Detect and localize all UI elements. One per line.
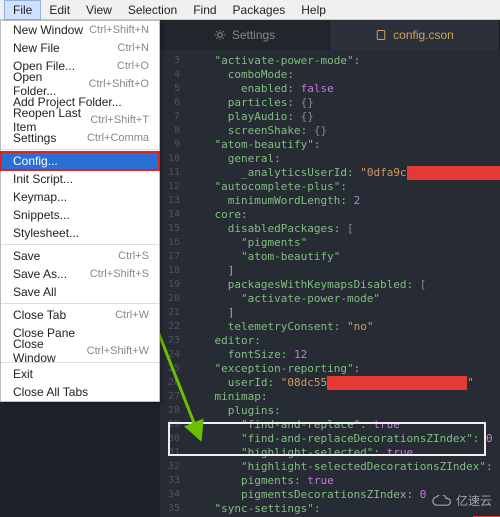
code-line[interactable]: enabled: false <box>188 82 500 96</box>
tab-config-cson[interactable]: config.cson <box>330 20 500 50</box>
menubar-item-view[interactable]: View <box>78 1 120 19</box>
menu-item-keymap[interactable]: Keymap... <box>1 188 159 206</box>
menu-item-config[interactable]: Config... <box>1 152 159 170</box>
cloud-icon <box>432 495 452 507</box>
redacted-value: x <box>407 166 500 180</box>
menu-item-label: Save All <box>13 285 56 299</box>
menubar-item-help[interactable]: Help <box>293 1 334 19</box>
code-line[interactable]: plugins: <box>188 404 500 418</box>
code-line[interactable]: _analyticsUserId: "0dfa9cx" <box>188 166 500 180</box>
menu-item-close-all-tabs[interactable]: Close All Tabs <box>1 383 159 401</box>
menu-item-new-window[interactable]: New Window Ctrl+Shift+N <box>1 21 159 39</box>
tab-label: Settings <box>232 28 275 42</box>
menu-item-save-all[interactable]: Save All <box>1 283 159 301</box>
menu-item-label: Keymap... <box>13 190 67 204</box>
menubar-item-find[interactable]: Find <box>185 1 224 19</box>
menubar-item-file[interactable]: File <box>4 0 41 20</box>
menu-separator <box>1 149 159 150</box>
tab-label: config.cson <box>393 28 454 42</box>
menu-item-shortcut: Ctrl+S <box>118 250 149 262</box>
menu-item-shortcut: Ctrl+Shift+N <box>89 24 149 36</box>
file-menu-dropdown: New Window Ctrl+Shift+N New File Ctrl+N Open… <box>0 20 160 402</box>
code-line[interactable]: telemetryConsent: "no" <box>188 320 500 334</box>
menu-item-exit[interactable]: Exit <box>1 365 159 383</box>
code-line[interactable]: packagesWithKeymapsDisabled: [ <box>188 278 500 292</box>
code-line[interactable]: "highlight-selectedDecorationsZIndex": 0 <box>188 460 500 474</box>
menu-item-label: Save As... <box>13 267 67 281</box>
menu-item-new-file[interactable]: New File Ctrl+N <box>1 39 159 57</box>
menu-item-label: Config... <box>13 154 58 168</box>
menu-item-open-folder[interactable]: Open Folder...Ctrl+Shift+O <box>1 75 159 93</box>
menu-item-close-tab[interactable]: Close Tab Ctrl+W <box>1 306 159 324</box>
menu-item-shortcut: Ctrl+Shift+W <box>87 345 149 357</box>
menu-item-init-script[interactable]: Init Script... <box>1 170 159 188</box>
code-line[interactable]: disabledPackages: [ <box>188 222 500 236</box>
menubar-item-packages[interactable]: Packages <box>225 1 294 19</box>
menu-item-shortcut: Ctrl+Shift+O <box>88 78 149 90</box>
code-line[interactable]: pigments: true <box>188 474 500 488</box>
redacted-value: x <box>327 376 467 390</box>
watermark-text: 亿速云 <box>456 492 492 509</box>
annotation-highlight-box <box>168 422 486 456</box>
menu-item-shortcut: Ctrl+N <box>118 42 149 54</box>
watermark: 亿速云 <box>432 492 492 509</box>
menu-separator <box>1 303 159 304</box>
menu-separator <box>1 244 159 245</box>
menu-item-reopen-last-item[interactable]: Reopen Last ItemCtrl+Shift+T <box>1 111 159 129</box>
menu-item-stylesheet[interactable]: Stylesheet... <box>1 224 159 242</box>
code-line[interactable]: general: <box>188 152 500 166</box>
code-line[interactable]: minimap: <box>188 390 500 404</box>
menu-item-label: New File <box>13 41 60 55</box>
menu-item-save[interactable]: Save Ctrl+S <box>1 247 159 265</box>
menu-item-snippets[interactable]: Snippets... <box>1 206 159 224</box>
menu-item-label: Close Window <box>13 337 87 365</box>
code-line[interactable]: screenShake: {} <box>188 124 500 138</box>
menu-item-close-window[interactable]: Close WindowCtrl+Shift+W <box>1 342 159 360</box>
menu-item-shortcut: Ctrl+Comma <box>87 132 149 144</box>
menu-item-shortcut: Ctrl+Shift+S <box>90 268 149 280</box>
menu-item-label: Close Tab <box>13 308 66 322</box>
tab-settings[interactable]: Settings <box>160 20 330 50</box>
menu-item-label: Init Script... <box>13 172 73 186</box>
menu-item-label: Close All Tabs <box>13 385 88 399</box>
code-line[interactable]: comboMode: <box>188 68 500 82</box>
menu-item-label: New Window <box>13 23 83 37</box>
code-line[interactable]: "pigments" <box>188 236 500 250</box>
menu-item-label: Stylesheet... <box>13 226 79 240</box>
code-line[interactable]: "autocomplete-plus": <box>188 180 500 194</box>
menu-item-save-as[interactable]: Save As... Ctrl+Shift+S <box>1 265 159 283</box>
menu-item-label: Settings <box>13 131 56 145</box>
code-line[interactable]: editor: <box>188 334 500 348</box>
menu-item-label: Snippets... <box>13 208 70 222</box>
menubar: FileEditViewSelectionFindPackagesHelp <box>0 0 500 20</box>
code-line[interactable]: "atom-beautify": <box>188 138 500 152</box>
gear-icon <box>214 29 226 41</box>
code-line[interactable]: ] <box>188 306 500 320</box>
code-line[interactable]: "activate-power-mode" <box>188 292 500 306</box>
menu-item-shortcut: Ctrl+Shift+T <box>90 114 149 126</box>
menubar-item-selection[interactable]: Selection <box>120 1 185 19</box>
menu-item-label: Save <box>13 249 40 263</box>
tab-bar: Settings config.cson <box>160 20 500 50</box>
code-line[interactable]: "activate-power-mode": <box>188 54 500 68</box>
code-line[interactable]: userId: "08dc55x" <box>188 376 500 390</box>
code-line[interactable]: playAudio: {} <box>188 110 500 124</box>
menubar-item-edit[interactable]: Edit <box>41 1 78 19</box>
menu-item-label: Reopen Last Item <box>13 106 90 134</box>
code-line[interactable]: particles: {} <box>188 96 500 110</box>
menu-item-label: Open Folder... <box>13 70 88 98</box>
menu-item-label: Exit <box>13 367 33 381</box>
code-line[interactable]: fontSize: 12 <box>188 348 500 362</box>
code-line[interactable]: "atom-beautify" <box>188 250 500 264</box>
code-line[interactable]: ] <box>188 264 500 278</box>
code-line[interactable]: minimumWordLength: 2 <box>188 194 500 208</box>
code-line[interactable]: core: <box>188 208 500 222</box>
menu-item-shortcut: Ctrl+W <box>115 309 149 321</box>
code-line[interactable]: "exception-reporting": <box>188 362 500 376</box>
file-icon <box>375 29 387 41</box>
menu-item-shortcut: Ctrl+O <box>117 60 149 72</box>
